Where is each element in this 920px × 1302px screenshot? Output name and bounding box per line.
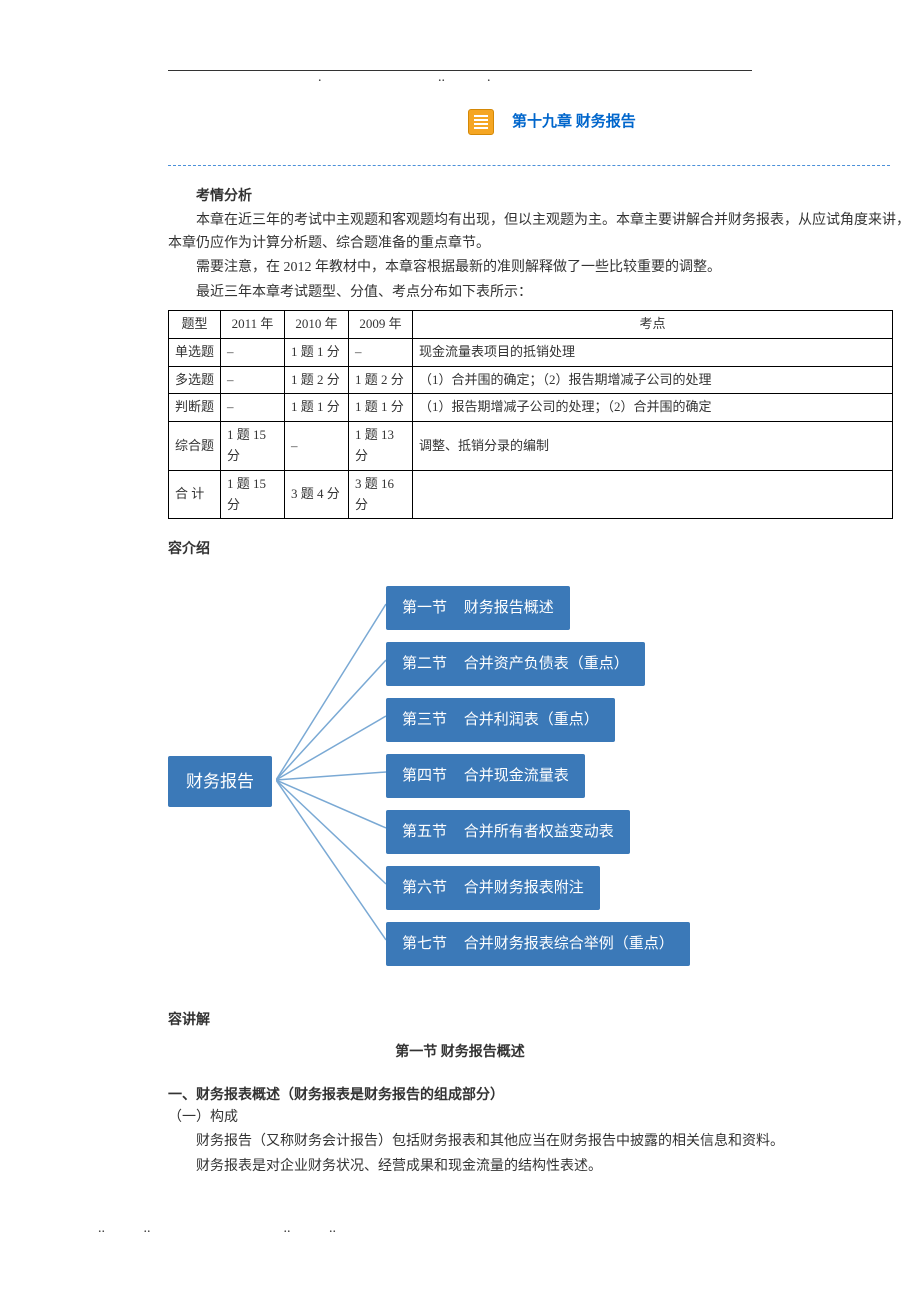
th-2011: 2011 年 xyxy=(221,310,285,338)
sections-diagram: 财务报告 第一节 财务报告概述 第二节 合并资产负债表（重点） 第三节 合并利润… xyxy=(168,580,920,980)
diagram-section-5: 第五节 合并所有者权益变动表 xyxy=(386,810,630,854)
analysis-p1: 本章在近三年的考试中主观题和客观题均有出现，但以主观题为主。本章主要讲解合并财务… xyxy=(168,210,920,255)
table-row: 判断题 – 1 题 1 分 1 题 1 分 （1）报告期增减子公司的处理；（2）… xyxy=(169,394,893,422)
diagram-section-6: 第六节 合并财务报表附注 xyxy=(386,866,600,910)
table-body: 单选题 – 1 题 1 分 – 现金流量表项目的抵销处理 多选题 – 1 题 2… xyxy=(169,338,893,519)
section1-h1: 一、财务报表概述（财务报表是财务报告的组成部分） xyxy=(168,1085,920,1107)
diagram-section-3: 第三节 合并利润表（重点） xyxy=(386,698,615,742)
chapter-title: 第十九章 财务报告 xyxy=(512,110,636,134)
diagram-section-7: 第七节 合并财务报表综合举例（重点） xyxy=(386,922,690,966)
analysis-p2: 需要注意，在 2012 年教材中，本章容根据最新的准则解释做了一些比较重要的调整… xyxy=(168,257,920,279)
section1-p1: 财务报告（又称财务会计报告）包括财务报表和其他应当在财务报告中披露的相关信息和资… xyxy=(168,1131,920,1153)
th-type: 题型 xyxy=(169,310,221,338)
document-icon xyxy=(468,109,494,135)
section1-title: 第一节 财务报告概述 xyxy=(168,1042,920,1064)
analysis-p3: 最近三年本章考试题型、分值、考点分布如下表所示： xyxy=(168,282,920,304)
exam-table: 题型 2011 年 2010 年 2009 年 考点 单选题 – 1 题 1 分… xyxy=(168,310,893,519)
diagram-root: 财务报告 xyxy=(168,756,272,807)
analysis-heading: 考情分析 xyxy=(168,186,920,208)
section1-h2: （一）构成 xyxy=(168,1107,920,1129)
table-row: 单选题 – 1 题 1 分 – 现金流量表项目的抵销处理 xyxy=(169,338,893,366)
table-row: 合 计 1 题 15 分 3 题 4 分 3 题 16 分 xyxy=(169,470,893,519)
table-header-row: 题型 2011 年 2010 年 2009 年 考点 xyxy=(169,310,893,338)
page-content: 第十九章 财务报告 考情分析 本章在近三年的考试中主观题和客观题均有出现，但以主… xyxy=(0,79,920,1178)
intro-heading: 容介绍 xyxy=(168,539,920,561)
top-dots-decoration xyxy=(168,71,752,79)
th-2009: 2009 年 xyxy=(349,310,413,338)
explain-heading: 容讲解 xyxy=(168,1010,920,1032)
th-2010: 2010 年 xyxy=(285,310,349,338)
diagram-section-4: 第四节 合并现金流量表 xyxy=(386,754,585,798)
diagram-section-1: 第一节 财务报告概述 xyxy=(386,586,570,630)
diagram-section-2: 第二节 合并资产负债表（重点） xyxy=(386,642,645,686)
dashed-separator xyxy=(168,165,890,166)
diagram-connectors xyxy=(276,580,386,980)
table-row: 综合题 1 题 15 分 – 1 题 13 分 调整、抵销分录的编制 xyxy=(169,422,893,471)
section1-p2: 财务报表是对企业财务状况、经营成果和现金流量的结构性表述。 xyxy=(168,1156,920,1178)
footer-dots: .. .. .. .. xyxy=(98,1218,920,1240)
th-points: 考点 xyxy=(413,310,893,338)
table-row: 多选题 – 1 题 2 分 1 题 2 分 （1）合并围的确定；（2）报告期增减… xyxy=(169,366,893,394)
chapter-title-row: 第十九章 财务报告 xyxy=(468,109,920,135)
